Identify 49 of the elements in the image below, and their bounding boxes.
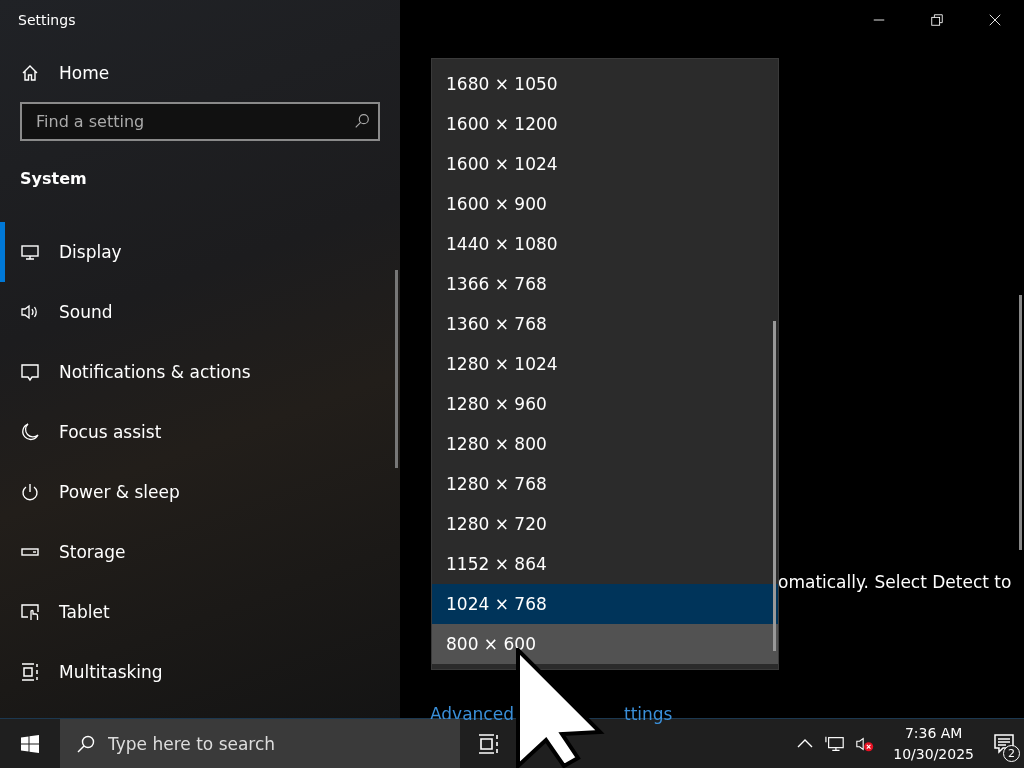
tablet-touch-icon [20, 602, 40, 622]
dropdown-option[interactable]: 1152 × 864 [432, 544, 778, 584]
dropdown-option[interactable]: 1680 × 1050 [432, 64, 778, 104]
speech-bubble-icon [20, 362, 40, 382]
nav-item[interactable]: Tablet [0, 582, 400, 642]
date-text: 10/30/2025 [893, 744, 974, 764]
window-title: Settings [17, 11, 77, 30]
scrollbar[interactable] [1019, 295, 1022, 550]
dropdown-option[interactable]: 1280 × 800 [432, 424, 778, 464]
settings-link[interactable]: ttings [624, 704, 673, 724]
message-icon [993, 732, 1015, 755]
scrollbar[interactable] [773, 321, 776, 651]
description-text: omatically. Select Detect to [778, 572, 1012, 592]
dropdown-option[interactable]: 1600 × 900 [432, 184, 778, 224]
nav-item[interactable]: Notifications & actions [0, 342, 400, 402]
dropdown-option[interactable]: 1360 × 768 [432, 304, 778, 344]
speaker-icon [20, 302, 40, 322]
nav-item[interactable]: Multitasking [0, 642, 400, 702]
taskbar-search-field[interactable]: Type here to search [60, 718, 460, 768]
dropdown-option[interactable]: 1366 × 768 [432, 264, 778, 304]
nav-item[interactable]: Storage [0, 522, 400, 582]
section-heading: System [19, 168, 88, 190]
home-icon [20, 63, 40, 83]
search-icon [353, 112, 371, 130]
dropdown-option[interactable]: 800 × 600 [432, 624, 778, 664]
dropdown-option[interactable]: 1280 × 1024 [432, 344, 778, 384]
nav-item[interactable]: Focus assist [0, 402, 400, 462]
nav-item[interactable]: Power & sleep [0, 462, 400, 522]
home-link[interactable]: Home [0, 50, 400, 96]
clock[interactable]: 7:36 AM 10/30/2025 [893, 722, 974, 765]
search-icon [76, 733, 96, 754]
task-view-icon[interactable] [478, 732, 500, 755]
power-icon [20, 482, 40, 502]
time-text: 7:36 AM [904, 723, 963, 743]
dropdown-option[interactable]: 1600 × 1024 [432, 144, 778, 184]
search-field[interactable]: Find a setting [20, 102, 380, 141]
dropdown-option[interactable]: 1280 × 720 [432, 504, 778, 544]
moon-icon [20, 422, 40, 442]
nav-item[interactable]: Sound [0, 282, 400, 342]
dropdown-option[interactable]: 1024 × 768 [432, 584, 778, 624]
multitasking-icon [20, 662, 40, 682]
action-center-button[interactable]: 2 [984, 723, 1024, 764]
dropdown-option[interactable]: 1280 × 768 [432, 464, 778, 504]
notification-count-badge: 2 [1003, 744, 1020, 762]
scrollbar[interactable] [395, 270, 398, 468]
dropdown-option[interactable]: 1600 × 1200 [432, 104, 778, 144]
monitor-icon [20, 242, 40, 262]
dropdown-option[interactable]: 1280 × 960 [432, 384, 778, 424]
dropdown-option[interactable]: 1440 × 1080 [432, 224, 778, 264]
